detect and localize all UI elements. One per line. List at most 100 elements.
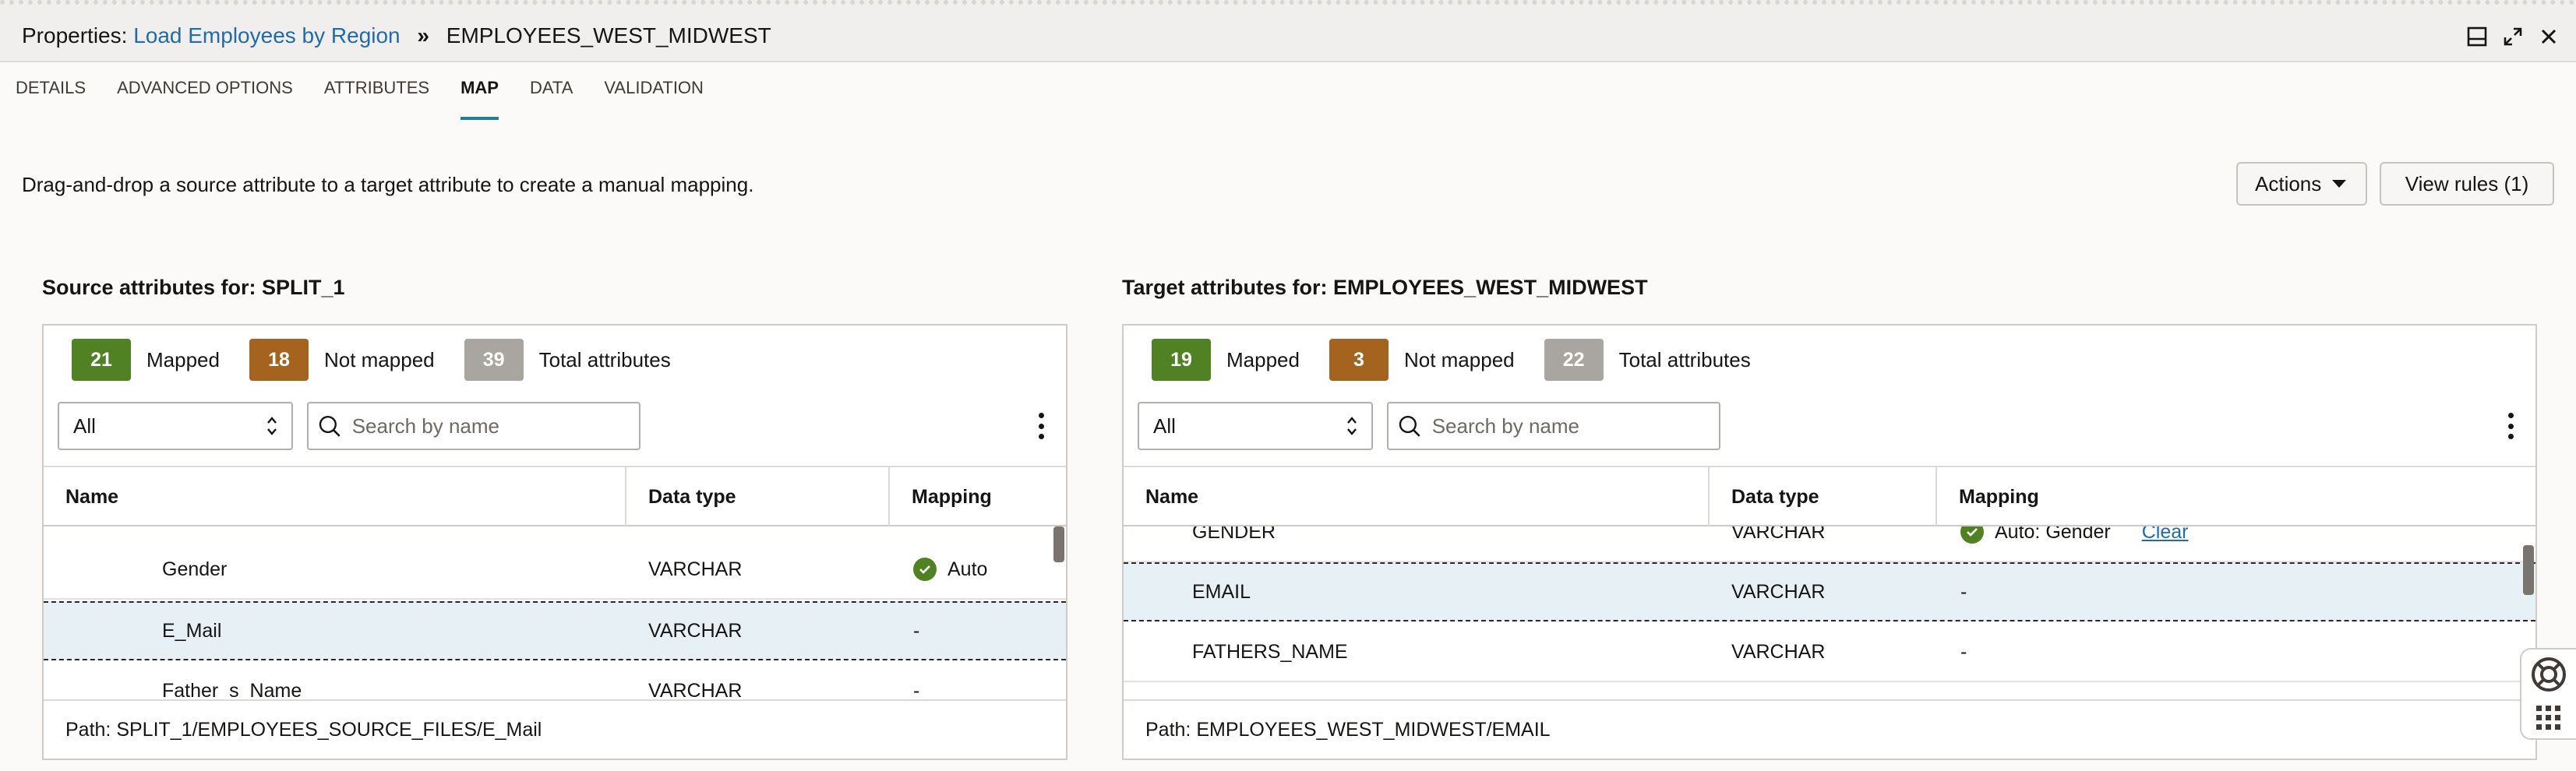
source-stats: 21 Mapped 18 Not mapped 39 Total attribu…: [72, 338, 700, 382]
check-circle-icon: [913, 558, 937, 581]
filter-value: All: [73, 414, 96, 438]
apps-grid-icon[interactable]: [2535, 704, 2563, 732]
table-row-selected[interactable]: EMAIL VARCHAR -: [1124, 562, 2535, 621]
total-count-badge: 39: [464, 339, 524, 381]
close-icon[interactable]: [2539, 26, 2559, 47]
caret-down-icon: [2332, 180, 2347, 188]
source-filter-select[interactable]: All: [58, 402, 293, 450]
target-name: EMPLOYEES_WEST_MIDWEST: [446, 23, 771, 48]
tab-details[interactable]: DETAILS: [0, 78, 101, 120]
column-header-mapping[interactable]: Mapping: [1937, 467, 2535, 526]
mapping-text: Auto: Gender: [1995, 526, 2111, 543]
attribute-mapping: -: [1960, 580, 1967, 603]
mapped-label: Mapped: [146, 347, 220, 371]
target-filter-select[interactable]: All: [1138, 402, 1373, 450]
view-rules-button[interactable]: View rules (1): [2380, 162, 2554, 206]
help-widget[interactable]: [2520, 648, 2576, 740]
tab-validation[interactable]: VALIDATION: [588, 78, 719, 120]
source-search-input[interactable]: [351, 414, 630, 438]
source-attributes-panel: 21 Mapped 18 Not mapped 39 Total attribu…: [42, 324, 1067, 760]
tab-data[interactable]: DATA: [514, 78, 588, 120]
target-scrollbar[interactable]: [2523, 545, 2534, 595]
target-more-options-icon[interactable]: [2501, 408, 2520, 444]
source-table-header: Name Data type Mapping: [44, 466, 1066, 526]
attribute-mapping: -: [1960, 640, 1967, 663]
table-row[interactable]: Father_s_Name VARCHAR -: [44, 662, 1066, 702]
mapping-text: Auto: [947, 558, 988, 580]
attribute-name: GENDER: [1192, 526, 1276, 543]
target-table-header: Name Data type Mapping: [1124, 466, 2535, 526]
attribute-name: EMAIL: [1192, 580, 1251, 603]
lifebuoy-icon[interactable]: [2530, 656, 2567, 693]
clear-mapping-link[interactable]: Clear: [2142, 526, 2189, 544]
sort-arrows-icon: [267, 417, 277, 435]
target-table-body: GENDER VARCHAR Auto: Gender Clear EMAIL …: [1124, 526, 2535, 702]
target-panel-title: Target attributes for: EMPLOYEES_WEST_MI…: [1122, 276, 1648, 299]
flow-link[interactable]: Load Employees by Region: [133, 23, 400, 48]
target-search-input[interactable]: [1431, 414, 1710, 438]
filter-value: All: [1153, 414, 1176, 438]
attribute-mapping: -: [913, 619, 920, 642]
attribute-name: Gender: [162, 558, 228, 580]
source-scrollbar[interactable]: [1053, 526, 1064, 562]
tab-map[interactable]: MAP: [445, 78, 514, 120]
target-table: Name Data type Mapping GENDER VARCHAR Au…: [1124, 466, 2535, 702]
check-circle-icon: [1960, 526, 1984, 544]
tab-bar: DETAILS ADVANCED OPTIONS ATTRIBUTES MAP …: [0, 78, 719, 120]
source-panel-title: Source attributes for: SPLIT_1: [42, 276, 345, 299]
not-mapped-count-badge: 18: [249, 339, 309, 381]
attribute-mapping: Auto: [913, 540, 987, 598]
attribute-name: Father_s_Name: [162, 679, 302, 702]
attribute-type: VARCHAR: [1731, 640, 1826, 663]
attribute-mapping: -: [913, 679, 920, 702]
search-icon: [1399, 415, 1420, 437]
dock-panel-icon[interactable]: [2467, 26, 2487, 47]
column-header-name[interactable]: Name: [1124, 467, 1710, 526]
attribute-type: VARCHAR: [648, 619, 743, 642]
attribute-name: E_Mail: [162, 619, 222, 642]
source-table: Name Data type Mapping Gender VARCHAR Au…: [44, 466, 1066, 702]
attribute-type: VARCHAR: [648, 558, 743, 580]
instruction-text: Drag-and-drop a source attribute to a ta…: [22, 173, 754, 196]
breadcrumb-separator: »: [417, 23, 429, 48]
search-icon: [319, 415, 341, 437]
attribute-name: FATHERS_NAME: [1192, 640, 1348, 663]
mapped-count-badge: 21: [72, 339, 131, 381]
target-attributes-panel: 19 Mapped 3 Not mapped 22 Total attribut…: [1122, 324, 2537, 760]
attribute-type: VARCHAR: [1731, 580, 1826, 603]
expand-icon[interactable]: [2503, 26, 2523, 47]
tab-attributes[interactable]: ATTRIBUTES: [309, 78, 445, 120]
table-row[interactable]: FATHERS_NAME VARCHAR -: [1124, 623, 2535, 682]
attribute-type: VARCHAR: [1731, 526, 1826, 543]
actions-button[interactable]: Actions: [2236, 162, 2367, 206]
total-count-badge: 22: [1544, 339, 1604, 381]
sort-arrows-icon: [1347, 417, 1357, 435]
not-mapped-count-badge: 3: [1329, 339, 1389, 381]
mapped-count-badge: 19: [1152, 339, 1211, 381]
column-header-name[interactable]: Name: [44, 467, 626, 526]
actions-label: Actions: [2255, 171, 2322, 195]
column-header-mapping[interactable]: Mapping: [890, 467, 1066, 526]
source-search-field[interactable]: [307, 402, 640, 450]
title-prefix: Properties:: [22, 23, 128, 48]
tab-advanced-options[interactable]: ADVANCED OPTIONS: [101, 78, 309, 120]
attribute-mapping: Auto: Gender Clear: [1960, 526, 2188, 561]
source-table-body: Gender VARCHAR Auto E_Mail VARCHAR - Fat…: [44, 526, 1066, 702]
attribute-type: VARCHAR: [648, 679, 743, 702]
source-path: Path: SPLIT_1/EMPLOYEES_SOURCE_FILES/E_M…: [44, 699, 1066, 759]
total-label: Total attributes: [1618, 347, 1751, 371]
column-header-data-type[interactable]: Data type: [1710, 467, 1937, 526]
target-path: Path: EMPLOYEES_WEST_MIDWEST/EMAIL: [1124, 699, 2535, 759]
total-label: Total attributes: [538, 347, 671, 371]
properties-header: Properties: Load Employees by Region » E…: [0, 0, 2576, 62]
target-stats: 19 Mapped 3 Not mapped 22 Total attribut…: [1152, 338, 1780, 382]
table-row-selected[interactable]: E_Mail VARCHAR -: [44, 601, 1066, 660]
column-header-data-type[interactable]: Data type: [626, 467, 890, 526]
not-mapped-label: Not mapped: [323, 347, 435, 371]
table-row[interactable]: Gender VARCHAR Auto: [44, 540, 1066, 600]
not-mapped-label: Not mapped: [1403, 347, 1515, 371]
target-search-field[interactable]: [1387, 402, 1720, 450]
table-row[interactable]: GENDER VARCHAR Auto: Gender Clear: [1124, 526, 2535, 562]
source-more-options-icon[interactable]: [1032, 408, 1050, 444]
page-title: Properties: Load Employees by Region » E…: [22, 23, 771, 48]
